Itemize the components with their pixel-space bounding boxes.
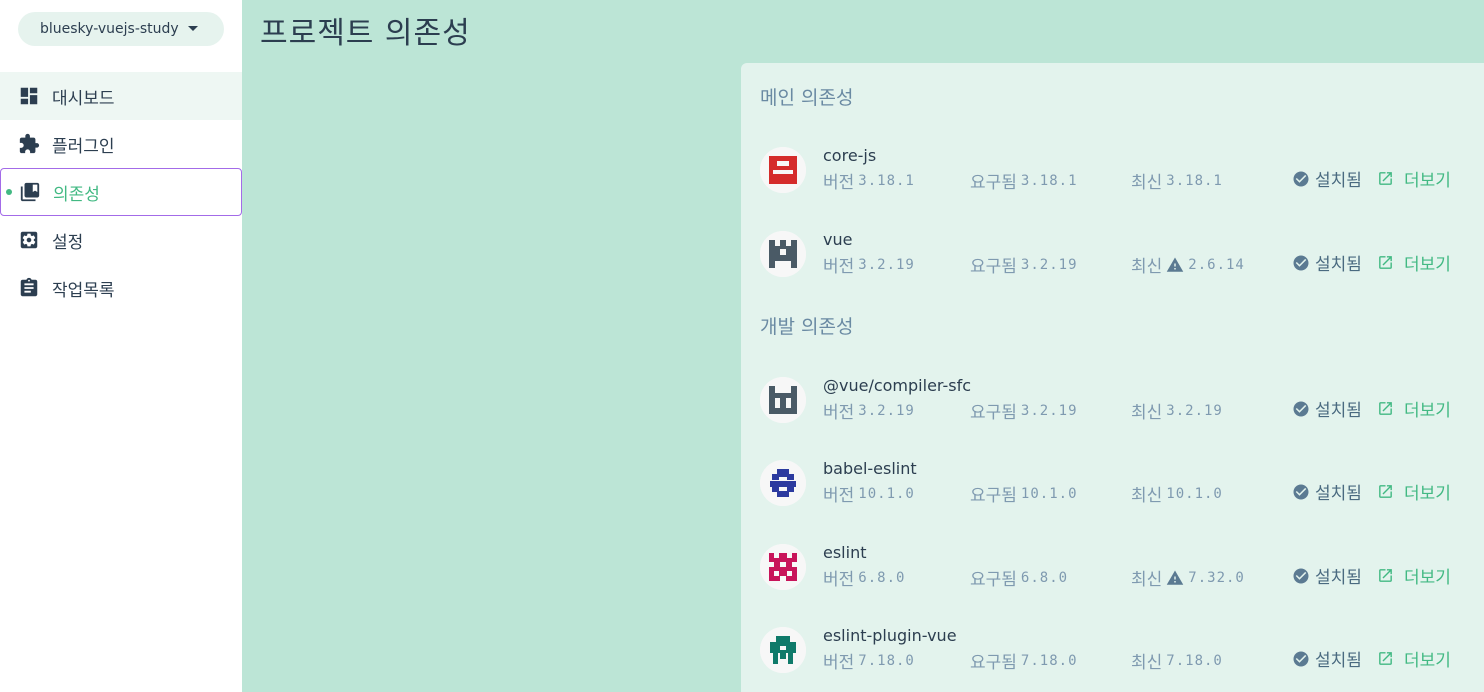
dependency-row: vue 버전 3.2.19 요구됨 3.2.19 최신 2.6.14 설치됨 더보기	[741, 220, 1484, 290]
sidebar-item-label: 플러그인	[52, 136, 115, 157]
dashboard-icon	[18, 85, 40, 107]
dependency-row: eslint 버전 6.8.0 요구됨 6.8.0 최신 7.32.0 설치됨 더보기	[741, 533, 1484, 603]
package-avatar-icon	[760, 377, 806, 423]
installed-status: 설치됨	[1292, 166, 1362, 191]
open-external-icon	[1377, 650, 1394, 667]
puzzle-icon	[18, 133, 40, 155]
more-info-link[interactable]: 더보기	[1377, 479, 1451, 504]
dependency-row: eslint-plugin-vue 버전 7.18.0 요구됨 7.18.0 최신 7…	[741, 616, 1484, 686]
latest-info: 최신 10.1.0	[1131, 485, 1223, 507]
sidebar-item-label: 의존성	[53, 184, 100, 205]
sidebar-item-dashboard[interactable]: 대시보드	[0, 72, 242, 120]
version-info: 버전 3.2.19	[823, 402, 915, 424]
package-name: eslint-plugin-vue	[823, 626, 957, 645]
package-name: @vue/compiler-sfc	[823, 376, 971, 395]
active-indicator-dot	[6, 189, 12, 195]
library-icon	[19, 181, 41, 203]
package-name: vue	[823, 230, 853, 249]
more-info-link[interactable]: 더보기	[1377, 563, 1451, 588]
required-info: 요구됨 6.8.0	[970, 569, 1069, 591]
required-info: 요구됨 3.18.1	[970, 172, 1078, 194]
sidebar-item-plugins[interactable]: 플러그인	[0, 120, 242, 168]
warning-icon	[1166, 569, 1184, 587]
package-name: eslint	[823, 543, 867, 562]
project-selector[interactable]: bluesky-vuejs-study	[18, 12, 224, 46]
more-info-link[interactable]: 더보기	[1377, 166, 1451, 191]
sidebar-item-settings[interactable]: 설정	[0, 216, 242, 264]
sidebar-nav: 대시보드 플러그인 의존성 설정 작업목록	[0, 72, 242, 312]
installed-status: 설치됨	[1292, 396, 1362, 421]
sidebar-item-label: 작업목록	[52, 280, 115, 301]
main-deps-title: 메인 의존성	[760, 87, 854, 109]
latest-info: 최신 3.2.19	[1131, 402, 1223, 424]
caret-down-icon	[188, 26, 198, 31]
warning-icon	[1166, 256, 1184, 274]
sidebar-item-tasks[interactable]: 작업목록	[0, 264, 242, 312]
version-info: 버전 7.18.0	[823, 652, 915, 674]
package-avatar-icon	[760, 544, 806, 590]
check-circle-icon	[1292, 170, 1310, 188]
installed-status: 설치됨	[1292, 646, 1362, 671]
installed-status: 설치됨	[1292, 563, 1362, 588]
dependency-row: core-js 버전 3.18.1 요구됨 3.18.1 최신 3.18.1 설치됨 …	[741, 136, 1484, 206]
package-name: babel-eslint	[823, 459, 917, 478]
dependency-row: babel-eslint 버전 10.1.0 요구됨 10.1.0 최신 10.1.0…	[741, 449, 1484, 519]
latest-info: 최신 2.6.14	[1131, 256, 1245, 278]
clipboard-icon	[18, 277, 40, 299]
more-info-link[interactable]: 더보기	[1377, 646, 1451, 671]
dependency-row: @vue/compiler-sfc 버전 3.2.19 요구됨 3.2.19 최신 3…	[741, 366, 1484, 436]
installed-status: 설치됨	[1292, 250, 1362, 275]
required-info: 요구됨 3.2.19	[970, 256, 1078, 278]
version-info: 버전 3.18.1	[823, 172, 915, 194]
latest-info: 최신 7.32.0	[1131, 569, 1245, 591]
check-circle-icon	[1292, 254, 1310, 272]
open-external-icon	[1377, 254, 1394, 271]
more-info-link[interactable]: 더보기	[1377, 250, 1451, 275]
sidebar-item-label: 대시보드	[52, 88, 115, 109]
open-external-icon	[1377, 400, 1394, 417]
page-title: 프로젝트 의존성	[260, 16, 471, 51]
sidebar-item-label: 설정	[52, 232, 84, 253]
sidebar-item-dependencies[interactable]: 의존성	[0, 168, 242, 216]
required-info: 요구됨 7.18.0	[970, 652, 1078, 674]
package-avatar-icon	[760, 231, 806, 277]
dependencies-card: 메인 의존성 core-js 버전 3.18.1 요구됨 3.18.1 최신 3.18…	[741, 63, 1484, 692]
version-info: 버전 6.8.0	[823, 569, 906, 591]
check-circle-icon	[1292, 650, 1310, 668]
check-circle-icon	[1292, 567, 1310, 585]
open-external-icon	[1377, 567, 1394, 584]
gear-icon	[18, 229, 40, 251]
latest-info: 최신 7.18.0	[1131, 652, 1223, 674]
required-info: 요구됨 10.1.0	[970, 485, 1078, 507]
package-name: core-js	[823, 146, 877, 165]
project-name: bluesky-vuejs-study	[40, 21, 179, 37]
open-external-icon	[1377, 170, 1394, 187]
version-info: 버전 10.1.0	[823, 485, 915, 507]
package-avatar-icon	[760, 460, 806, 506]
dev-deps-title: 개발 의존성	[760, 316, 854, 338]
version-info: 버전 3.2.19	[823, 256, 915, 278]
check-circle-icon	[1292, 400, 1310, 418]
package-avatar-icon	[760, 147, 806, 193]
check-circle-icon	[1292, 483, 1310, 501]
open-external-icon	[1377, 483, 1394, 500]
required-info: 요구됨 3.2.19	[970, 402, 1078, 424]
installed-status: 설치됨	[1292, 479, 1362, 504]
package-avatar-icon	[760, 627, 806, 673]
sidebar: bluesky-vuejs-study 대시보드 플러그인 의존성 설정 작업목…	[0, 0, 242, 692]
more-info-link[interactable]: 더보기	[1377, 396, 1451, 421]
latest-info: 최신 3.18.1	[1131, 172, 1223, 194]
